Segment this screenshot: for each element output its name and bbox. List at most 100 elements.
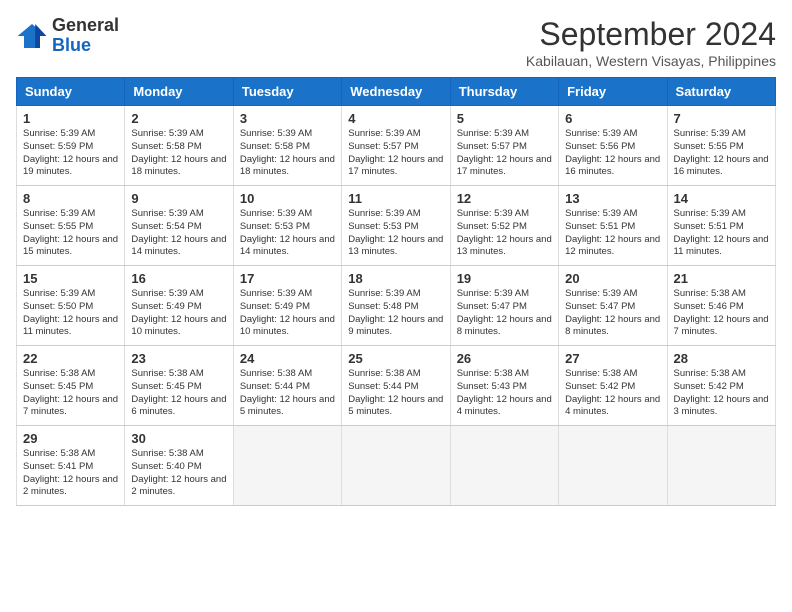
day-cell (559, 426, 667, 506)
day-info: Sunrise: 5:38 AMSunset: 5:45 PMDaylight:… (23, 368, 118, 419)
week-row-3: 15 Sunrise: 5:39 AMSunset: 5:50 PMDayligh… (17, 266, 776, 346)
day-number: 14 (674, 191, 769, 206)
day-number: 9 (131, 191, 226, 206)
day-info: Sunrise: 5:39 AMSunset: 5:48 PMDaylight:… (348, 288, 443, 339)
day-cell: 14Sunrise: 5:39 AMSunset: 5:51 PMDayligh… (667, 186, 775, 266)
day-info: Sunrise: 5:39 AMSunset: 5:58 PMDaylight:… (240, 128, 335, 179)
logo-text: General Blue (52, 16, 119, 56)
weekday-header-wednesday: Wednesday (342, 78, 450, 106)
day-info: Sunrise: 5:39 AMSunset: 5:53 PMDaylight:… (240, 208, 335, 259)
weekday-header-thursday: Thursday (450, 78, 558, 106)
weekday-header-monday: Monday (125, 78, 233, 106)
day-info: Sunrise: 5:39 AMSunset: 5:47 PMDaylight:… (457, 288, 552, 339)
day-number: 23 (131, 351, 226, 366)
day-cell (450, 426, 558, 506)
day-cell (233, 426, 341, 506)
day-number: 26 (457, 351, 552, 366)
day-number: 30 (131, 431, 226, 446)
day-cell: 27 Sunrise: 5:38 AMSunset: 5:42 PMDayligh… (559, 346, 667, 426)
day-number: 13 (565, 191, 660, 206)
day-number: 22 (23, 351, 118, 366)
day-cell: 20 Sunrise: 5:39 AMSunset: 5:47 PMDayligh… (559, 266, 667, 346)
day-number: 25 (348, 351, 443, 366)
day-number: 5 (457, 111, 552, 126)
logo: General Blue (16, 16, 119, 56)
day-number: 7 (674, 111, 769, 126)
day-number: 17 (240, 271, 335, 286)
weekday-header-saturday: Saturday (667, 78, 775, 106)
day-info: Sunrise: 5:38 AMSunset: 5:40 PMDaylight:… (131, 448, 226, 499)
day-info: Sunrise: 5:38 AMSunset: 5:44 PMDaylight:… (348, 368, 443, 419)
day-info: Sunrise: 5:38 AMSunset: 5:42 PMDaylight:… (674, 368, 769, 419)
day-number: 12 (457, 191, 552, 206)
day-number: 10 (240, 191, 335, 206)
day-info: Sunrise: 5:39 AMSunset: 5:53 PMDaylight:… (348, 208, 443, 259)
day-number: 15 (23, 271, 118, 286)
day-number: 20 (565, 271, 660, 286)
day-cell: 26 Sunrise: 5:38 AMSunset: 5:43 PMDayligh… (450, 346, 558, 426)
day-cell: 9 Sunrise: 5:39 AMSunset: 5:54 PMDaylight… (125, 186, 233, 266)
day-number: 28 (674, 351, 769, 366)
day-number: 8 (23, 191, 118, 206)
weekday-header-row: SundayMondayTuesdayWednesdayThursdayFrid… (17, 78, 776, 106)
day-cell: 8Sunrise: 5:39 AMSunset: 5:55 PMDaylight… (17, 186, 125, 266)
day-info: Sunrise: 5:38 AMSunset: 5:43 PMDaylight:… (457, 368, 552, 419)
weekday-header-tuesday: Tuesday (233, 78, 341, 106)
day-cell: 4Sunrise: 5:39 AMSunset: 5:57 PMDaylight… (342, 106, 450, 186)
day-cell: 21 Sunrise: 5:38 AMSunset: 5:46 PMDayligh… (667, 266, 775, 346)
logo-icon (16, 20, 48, 52)
day-cell: 30 Sunrise: 5:38 AMSunset: 5:40 PMDayligh… (125, 426, 233, 506)
day-info: Sunrise: 5:38 AMSunset: 5:46 PMDaylight:… (674, 288, 769, 339)
weekday-header-sunday: Sunday (17, 78, 125, 106)
day-cell: 6 Sunrise: 5:39 AMSunset: 5:56 PMDaylight… (559, 106, 667, 186)
day-cell: 29 Sunrise: 5:38 AMSunset: 5:41 PMDayligh… (17, 426, 125, 506)
day-number: 2 (131, 111, 226, 126)
day-cell: 22 Sunrise: 5:38 AMSunset: 5:45 PMDayligh… (17, 346, 125, 426)
calendar-table: SundayMondayTuesdayWednesdayThursdayFrid… (16, 77, 776, 506)
day-info: Sunrise: 5:39 AMSunset: 5:51 PMDaylight:… (565, 208, 660, 259)
day-info: Sunrise: 5:39 AMSunset: 5:58 PMDaylight:… (131, 128, 226, 179)
week-row-5: 29 Sunrise: 5:38 AMSunset: 5:41 PMDayligh… (17, 426, 776, 506)
week-row-4: 22 Sunrise: 5:38 AMSunset: 5:45 PMDayligh… (17, 346, 776, 426)
day-info: Sunrise: 5:39 AMSunset: 5:50 PMDaylight:… (23, 288, 118, 339)
day-number: 6 (565, 111, 660, 126)
day-number: 19 (457, 271, 552, 286)
day-info: Sunrise: 5:39 AMSunset: 5:56 PMDaylight:… (565, 128, 660, 179)
day-cell: 10 Sunrise: 5:39 AMSunset: 5:53 PMDayligh… (233, 186, 341, 266)
day-info: Sunrise: 5:39 AMSunset: 5:55 PMDaylight:… (674, 128, 769, 179)
day-cell: 5 Sunrise: 5:39 AMSunset: 5:57 PMDaylight… (450, 106, 558, 186)
page-header: General Blue September 2024 Kabilauan, W… (16, 16, 776, 69)
day-info: Sunrise: 5:39 AMSunset: 5:57 PMDaylight:… (348, 128, 443, 179)
day-cell: 11 Sunrise: 5:39 AMSunset: 5:53 PMDayligh… (342, 186, 450, 266)
day-number: 27 (565, 351, 660, 366)
day-info: Sunrise: 5:39 AMSunset: 5:52 PMDaylight:… (457, 208, 552, 259)
day-cell: 23Sunrise: 5:38 AMSunset: 5:45 PMDayligh… (125, 346, 233, 426)
day-number: 18 (348, 271, 443, 286)
day-cell: 16Sunrise: 5:39 AMSunset: 5:49 PMDayligh… (125, 266, 233, 346)
day-number: 29 (23, 431, 118, 446)
day-info: Sunrise: 5:39 AMSunset: 5:54 PMDaylight:… (131, 208, 226, 259)
day-cell: 19 Sunrise: 5:39 AMSunset: 5:47 PMDayligh… (450, 266, 558, 346)
day-info: Sunrise: 5:39 AMSunset: 5:49 PMDaylight:… (131, 288, 226, 339)
location: Kabilauan, Western Visayas, Philippines (526, 53, 776, 69)
week-row-1: 1 Sunrise: 5:39 AMSunset: 5:59 PMDaylight… (17, 106, 776, 186)
day-info: Sunrise: 5:39 AMSunset: 5:47 PMDaylight:… (565, 288, 660, 339)
day-cell: 3 Sunrise: 5:39 AMSunset: 5:58 PMDaylight… (233, 106, 341, 186)
day-info: Sunrise: 5:38 AMSunset: 5:42 PMDaylight:… (565, 368, 660, 419)
day-cell (667, 426, 775, 506)
day-cell: 17Sunrise: 5:39 AMSunset: 5:49 PMDayligh… (233, 266, 341, 346)
day-cell: 24Sunrise: 5:38 AMSunset: 5:44 PMDayligh… (233, 346, 341, 426)
day-cell: 13 Sunrise: 5:39 AMSunset: 5:51 PMDayligh… (559, 186, 667, 266)
day-number: 21 (674, 271, 769, 286)
day-number: 1 (23, 111, 118, 126)
day-number: 11 (348, 191, 443, 206)
day-info: Sunrise: 5:39 AMSunset: 5:59 PMDaylight:… (23, 128, 118, 179)
day-info: Sunrise: 5:38 AMSunset: 5:44 PMDaylight:… (240, 368, 335, 419)
day-cell: 15 Sunrise: 5:39 AMSunset: 5:50 PMDayligh… (17, 266, 125, 346)
title-block: September 2024 Kabilauan, Western Visaya… (526, 16, 776, 69)
day-cell: 25 Sunrise: 5:38 AMSunset: 5:44 PMDayligh… (342, 346, 450, 426)
day-cell (342, 426, 450, 506)
day-number: 3 (240, 111, 335, 126)
day-info: Sunrise: 5:39 AMSunset: 5:57 PMDaylight:… (457, 128, 552, 179)
day-info: Sunrise: 5:38 AMSunset: 5:41 PMDaylight:… (23, 448, 118, 499)
